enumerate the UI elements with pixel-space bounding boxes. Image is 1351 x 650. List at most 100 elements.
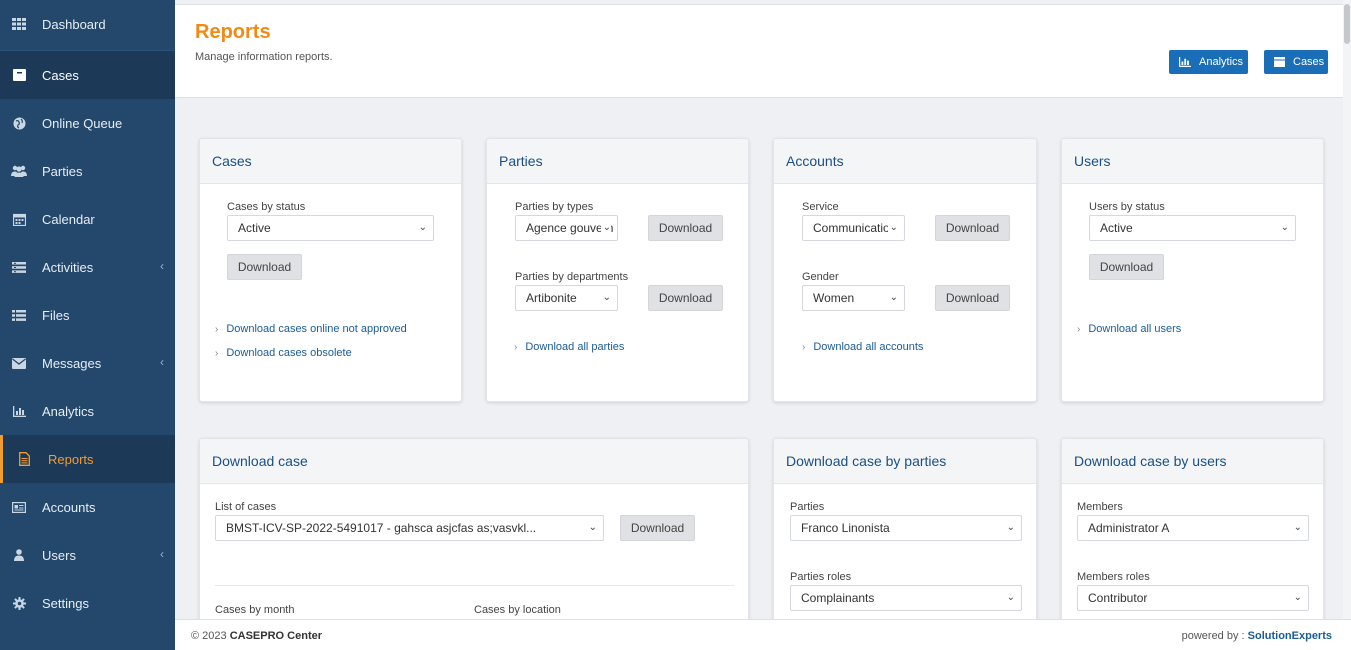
chevron-right-icon: › <box>215 348 219 359</box>
parties-types-download-button[interactable]: Download <box>648 215 723 241</box>
sidebar-item-calendar[interactable]: Calendar <box>0 195 175 243</box>
card-title: Download case <box>200 439 748 484</box>
sidebar-item-label: Cases <box>42 67 79 83</box>
sidebar-item-settings[interactable]: Settings <box>0 579 175 627</box>
sidebar-item-parties[interactable]: Parties <box>0 147 175 195</box>
cases-download-button[interactable]: Download <box>227 254 302 280</box>
envelope-icon <box>10 356 28 370</box>
parties-departments-download-button[interactable]: Download <box>648 285 723 311</box>
sidebar-item-messages[interactable]: Messages ‹ <box>0 339 175 387</box>
download-cases-obsolete-link[interactable]: › Download cases obsolete <box>215 347 352 359</box>
gender-download-button[interactable]: Download <box>935 285 1010 311</box>
cases-status-select[interactable]: Active ⌄ <box>227 215 434 241</box>
sidebar-item-users[interactable]: Users ‹ <box>0 531 175 579</box>
chevron-down-icon: ⌄ <box>887 292 898 303</box>
chevron-right-icon: › <box>215 324 219 335</box>
sidebar: Dashboard Cases Online Queue Parties Cal… <box>0 0 175 650</box>
chevron-down-icon: ⌄ <box>600 292 611 303</box>
download-cases-online-not-approved-link[interactable]: › Download cases online not approved <box>215 323 407 335</box>
parties-roles-select[interactable]: Complainants ⌄ <box>790 585 1022 611</box>
parties-types-label: Parties by types <box>515 201 594 213</box>
members-roles-select[interactable]: Contributor ⌄ <box>1077 585 1309 611</box>
chevron-down-icon: ⌄ <box>416 222 427 233</box>
footer-powered-by: powered by : SolutionExperts <box>1181 630 1332 642</box>
gender-select[interactable]: Women ⌄ <box>802 285 905 311</box>
chevron-down-icon: ⌄ <box>1004 522 1015 533</box>
sidebar-item-activities[interactable]: Activities ‹ <box>0 243 175 291</box>
chevron-right-icon: › <box>514 342 518 353</box>
cases-card: Cases Cases by status Active ⌄ Download … <box>199 138 462 402</box>
service-download-button[interactable]: Download <box>935 215 1010 241</box>
bar-chart-icon <box>1179 57 1191 67</box>
card-title: Cases <box>200 139 461 184</box>
grid-icon <box>10 17 28 31</box>
users-download-button[interactable]: Download <box>1089 254 1164 280</box>
scrollbar-track[interactable] <box>1343 0 1351 650</box>
sidebar-item-analytics[interactable]: Analytics <box>0 387 175 435</box>
parties-departments-label: Parties by departments <box>515 271 629 283</box>
sidebar-item-label: Parties <box>42 163 83 179</box>
chevron-left-icon: ‹ <box>160 355 164 369</box>
parties-types-select[interactable]: Agence gouvern ⌄ <box>515 215 618 241</box>
chevron-down-icon: ⌄ <box>1291 592 1302 603</box>
members-label: Members <box>1077 501 1123 513</box>
id-card-icon <box>10 500 28 514</box>
chevron-left-icon: ‹ <box>160 259 164 273</box>
sidebar-item-label: Calendar <box>42 211 95 227</box>
cases-by-location-label: Cases by location <box>474 604 561 616</box>
chevron-down-icon: ⌄ <box>1278 222 1289 233</box>
download-all-parties-link[interactable]: › Download all parties <box>514 341 624 353</box>
members-select[interactable]: Administrator A ⌄ <box>1077 515 1309 541</box>
card-title: Accounts <box>774 139 1036 184</box>
analytics-button-label: Analytics <box>1199 56 1244 68</box>
users-status-label: Users by status <box>1089 201 1165 213</box>
sidebar-item-accounts[interactable]: Accounts <box>0 483 175 531</box>
sidebar-item-label: Messages <box>42 355 102 371</box>
card-title: Users <box>1062 139 1323 184</box>
cases-button[interactable]: Cases <box>1264 50 1328 74</box>
card-title: Download case by parties <box>774 439 1036 484</box>
parties-card: Parties Parties by types Agence gouvern … <box>486 138 749 402</box>
users-status-select[interactable]: Active ⌄ <box>1089 215 1296 241</box>
list-of-cases-select[interactable]: BMST-ICV-SP-2022-5491017 - gahsca asjcfa… <box>215 515 604 541</box>
parties-departments-select[interactable]: Artibonite ⌄ <box>515 285 618 311</box>
scrollbar-thumb[interactable] <box>1344 4 1350 44</box>
service-label: Service <box>802 201 839 213</box>
service-select[interactable]: Communication ⌄ <box>802 215 905 241</box>
analytics-button[interactable]: Analytics <box>1169 50 1248 74</box>
chevron-down-icon: ⌄ <box>586 522 597 533</box>
case-download-button[interactable]: Download <box>620 515 695 541</box>
chevron-left-icon: ‹ <box>160 547 164 561</box>
user-icon <box>10 548 28 562</box>
users-icon <box>10 164 28 178</box>
sidebar-item-dashboard[interactable]: Dashboard <box>0 0 175 48</box>
gender-label: Gender <box>802 271 839 283</box>
list-of-cases-label: List of cases <box>215 501 277 513</box>
page-subtitle: Manage information reports. <box>195 51 333 63</box>
accounts-card: Accounts Service Communication ⌄ Downloa… <box>773 138 1037 402</box>
sidebar-item-reports[interactable]: Reports <box>0 435 175 483</box>
list-bullets-icon <box>10 308 28 322</box>
download-case-by-parties-card: Download case by parties Parties Franco … <box>773 438 1037 638</box>
users-card: Users Users by status Active ⌄ Download … <box>1061 138 1324 402</box>
footer-copyright: © 2023 CASEPRO Center <box>191 630 322 642</box>
card-title: Parties <box>487 139 748 184</box>
chevron-down-icon: ⌄ <box>1291 522 1302 533</box>
parties-select[interactable]: Franco Linonista ⌄ <box>790 515 1022 541</box>
parties-label: Parties <box>790 501 825 513</box>
archive-icon <box>1274 57 1285 67</box>
chevron-right-icon: › <box>1077 324 1081 335</box>
sidebar-item-cases[interactable]: Cases <box>0 51 175 99</box>
chevron-right-icon: › <box>802 342 806 353</box>
sidebar-item-label: Reports <box>48 451 94 467</box>
footer-company-link[interactable]: SolutionExperts <box>1248 630 1332 642</box>
chevron-down-icon: ⌄ <box>600 222 611 233</box>
sidebar-item-online-queue[interactable]: Online Queue <box>0 99 175 147</box>
sidebar-item-label: Online Queue <box>42 115 123 131</box>
download-all-accounts-link[interactable]: › Download all accounts <box>802 341 923 353</box>
sidebar-item-files[interactable]: Files <box>0 291 175 339</box>
footer: © 2023 CASEPRO Center powered by : Solut… <box>175 619 1351 650</box>
sidebar-item-label: Files <box>42 307 70 323</box>
main-content: Reports Manage information reports. Anal… <box>175 0 1351 650</box>
download-all-users-link[interactable]: › Download all users <box>1077 323 1181 335</box>
